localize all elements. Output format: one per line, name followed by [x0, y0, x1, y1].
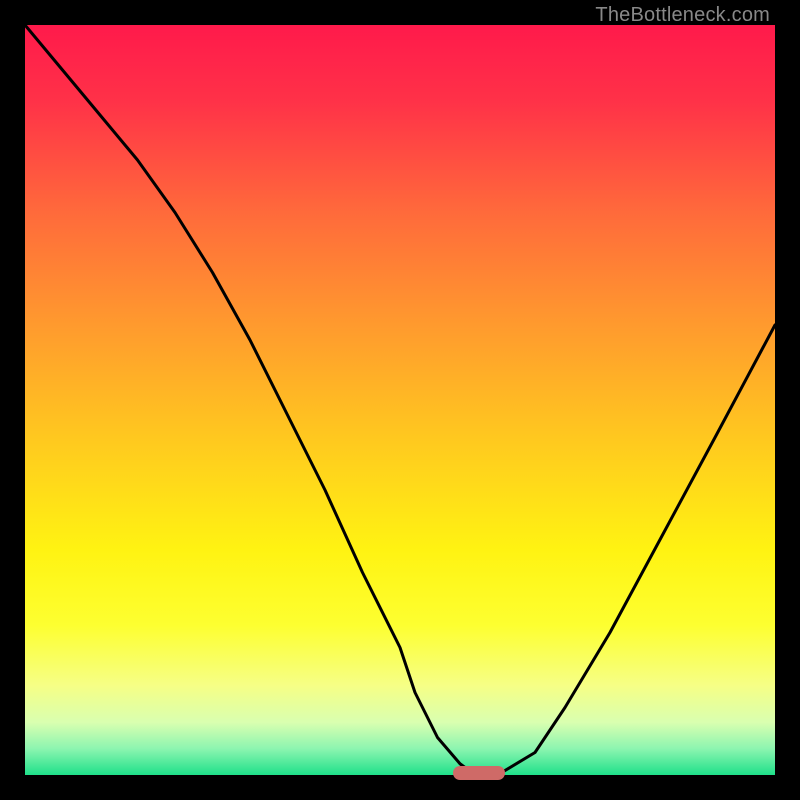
plot-area: [25, 25, 775, 775]
minimum-marker: [453, 766, 506, 780]
chart-frame: TheBottleneck.com: [0, 0, 800, 800]
watermark-text: TheBottleneck.com: [595, 4, 770, 27]
bottleneck-curve: [25, 25, 775, 775]
